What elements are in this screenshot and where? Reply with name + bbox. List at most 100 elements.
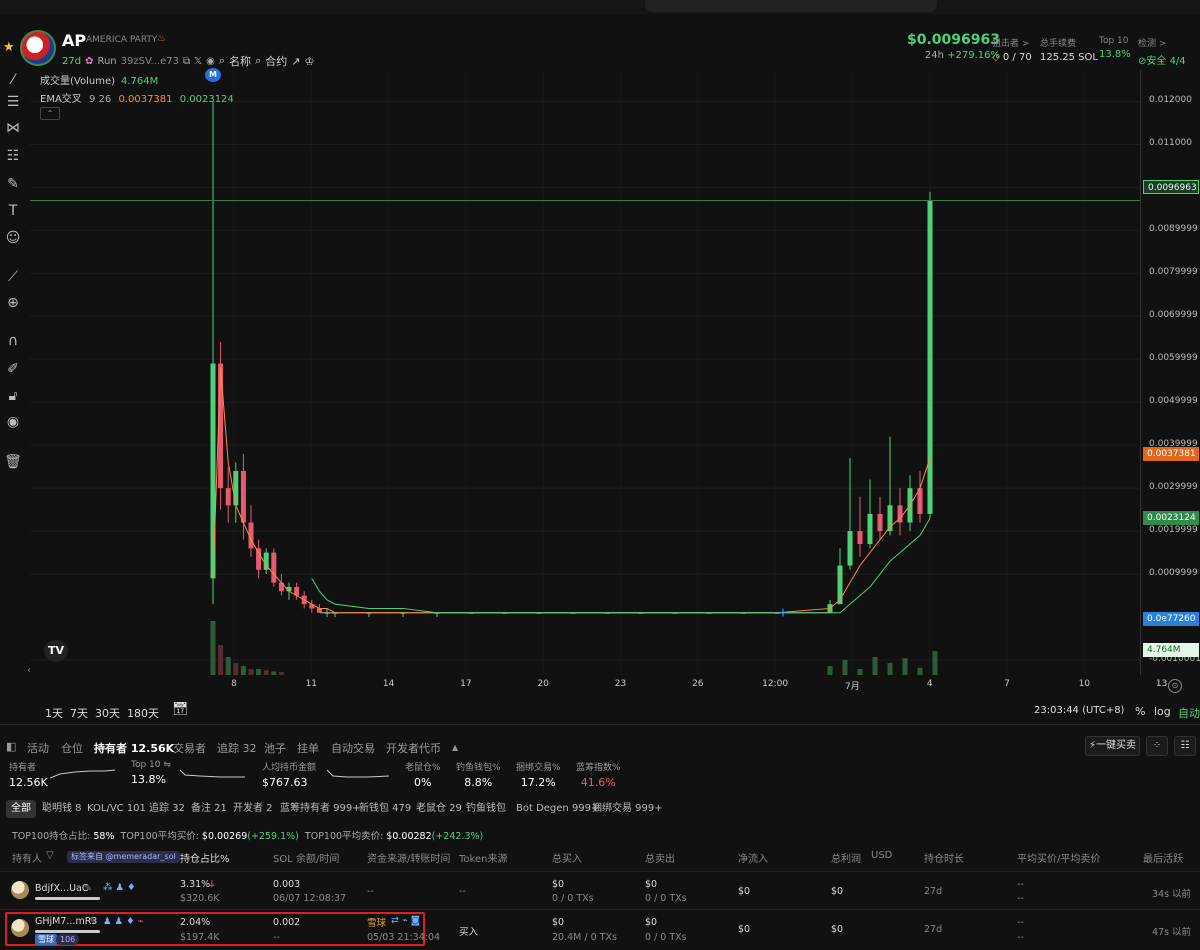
range-180d[interactable]: 180天 [127, 705, 159, 721]
panel-divider[interactable] [0, 724, 1200, 725]
snipers-stat[interactable]: 狙击者 > ◇ 0 / 70 [992, 36, 1032, 63]
col-avg-price[interactable]: 平均买价/平均卖价 [1017, 850, 1100, 865]
filter-notes[interactable]: 备注 21 [186, 800, 232, 818]
range-1d[interactable]: 1天 [45, 705, 63, 721]
eye-icon[interactable]: ◉ [3, 412, 23, 432]
bubble-map-icon[interactable]: ⁘ [1146, 736, 1168, 756]
tab-tracking[interactable]: 追踪 32 [217, 740, 257, 756]
pattern-tool-icon[interactable]: ⋈ [3, 118, 23, 138]
snowball-badge[interactable]: 雪球 [35, 934, 57, 945]
filter-kol[interactable]: KOL/VC 101 [82, 800, 151, 818]
legend-collapse-button[interactable]: ⌃ [40, 107, 60, 120]
wallet-address[interactable]: BdjfX...UaC [35, 883, 89, 894]
col-net[interactable]: 净流入 [738, 850, 768, 865]
log-scale[interactable]: log [1154, 705, 1171, 718]
panel-toggle-icon[interactable]: ◧ [6, 740, 16, 753]
col-holder-filter-icon[interactable]: ▽ [46, 850, 54, 861]
search-box[interactable] [645, 0, 937, 12]
col-last-active[interactable]: 最后活跃 [1143, 850, 1183, 865]
tag-source-badge[interactable]: 标签来自 @memeradar_sol [67, 851, 180, 863]
col-total-sell[interactable]: 总卖出 [645, 850, 675, 865]
lock-icon[interactable]: 🔓︎ [3, 386, 23, 406]
zoom-tool-icon[interactable]: ⊕ [3, 293, 23, 313]
text-tool-icon[interactable]: T [3, 201, 23, 221]
kpi-holders: 持有者 12.56K [9, 763, 48, 789]
axis-settings-icon[interactable]: ⊙ [1168, 679, 1182, 693]
col-total-buy[interactable]: 总买入 [552, 850, 582, 865]
tabs-collapse-icon[interactable]: ▲ [452, 743, 458, 752]
col-token-source[interactable]: Token来源 [459, 850, 507, 865]
crosshair-tool-icon[interactable]: ⁄ [3, 70, 23, 90]
edit-note-icon[interactable]: ✎ [89, 916, 97, 927]
tab-pools[interactable]: 池子 [264, 740, 286, 756]
external-link-icon[interactable]: ↗ [291, 55, 300, 68]
lines-tool-icon[interactable]: ☰ [3, 92, 23, 112]
brush-tool-icon[interactable]: ✎ [3, 174, 23, 194]
search-contract-link[interactable]: 合约 [265, 53, 287, 69]
crown-icon[interactable]: ♔ [304, 55, 314, 68]
check-stat[interactable]: 检测 > ⊘安全 4/4 [1138, 36, 1186, 67]
migration-marker[interactable]: M [205, 68, 221, 82]
magnet-tool-icon[interactable]: ∩ [3, 331, 23, 351]
tab-holders[interactable]: 持有者 12.56K [94, 740, 174, 756]
filter-rat[interactable]: 老鼠仓 29 [411, 800, 467, 818]
check-label: 检测 > [1138, 39, 1167, 49]
ruler-tool-icon[interactable]: ⟋ [3, 267, 23, 287]
tab-dev-tokens[interactable]: 开发者代币 [386, 740, 441, 756]
wallet-avatar [11, 881, 29, 899]
trash-icon[interactable]: 🗑︎ [3, 452, 23, 472]
filter-settings-icon[interactable]: ☷ [1174, 736, 1196, 756]
col-fund-source[interactable]: 资金来源/转账时间 [367, 850, 450, 865]
favorite-star-icon[interactable]: ★ [3, 40, 15, 55]
percent-scale[interactable]: % [1135, 705, 1145, 718]
tag-count-badge[interactable]: 106 [56, 934, 80, 945]
fund-source[interactable]: 雪球 [367, 915, 386, 929]
range-30d[interactable]: 30天 [95, 705, 120, 721]
wallet-address[interactable]: GHjM7...mR3 [35, 916, 97, 927]
filter-bluechip[interactable]: 蓝筹持有者 999+ [275, 800, 366, 818]
auto-scale[interactable]: 自动 [1178, 705, 1200, 721]
x-icon[interactable]: 𝕏 [194, 56, 202, 67]
fib-tool-icon[interactable]: ☷ [3, 146, 23, 166]
tradingview-logo-icon[interactable]: TV [44, 640, 68, 662]
emoji-tool-icon[interactable]: ☺ [3, 228, 23, 248]
edit-note-icon[interactable]: ✎ [84, 883, 92, 894]
filter-bundle[interactable]: 捆绑交易 999+ [587, 800, 668, 818]
clock[interactable]: 23:03:44 (UTC+8) [1034, 705, 1124, 716]
filter-tracking[interactable]: 追踪 32 [144, 800, 190, 818]
filter-all[interactable]: 全部 [6, 800, 36, 818]
price-axis[interactable]: 0.0120000.0110000.00999990.00899990.0079… [1140, 70, 1200, 675]
range-7d[interactable]: 7天 [70, 705, 88, 721]
tab-traders[interactable]: 交易者 [173, 740, 206, 756]
search-contract-icon[interactable]: ⌕ [255, 54, 261, 68]
col-holder[interactable]: 持有人 [12, 850, 42, 865]
price-chart[interactable]: + [30, 70, 1140, 675]
tab-auto-trade[interactable]: 自动交易 [331, 740, 375, 756]
filter-dev[interactable]: 开发者 2 [228, 800, 278, 818]
search-name-link[interactable]: 名称 [229, 53, 251, 69]
lock-drawing-icon[interactable]: ✐ [3, 359, 23, 379]
col-pct[interactable]: 持仓占比% [180, 850, 230, 865]
site-icon[interactable]: ◉ [206, 56, 215, 67]
sol-time: -- [273, 932, 280, 943]
token-address[interactable]: 39zSV...e73 [121, 56, 179, 67]
drawing-toolbar: ⁄ ☰ ⋈ ☷ ✎ T ☺ ⟋ ⊕ ∩ ✐ 🔓︎ ◉ 🗑︎ [0, 70, 28, 715]
goto-date-icon[interactable]: 📅︎ [172, 702, 189, 717]
col-profit[interactable]: 总利润 [831, 850, 861, 865]
search-name-icon[interactable]: ⌕ [219, 54, 225, 68]
time-axis[interactable]: 8 11 14 17 20 23 26 12:00 7月 4 7 10 13 [30, 675, 1167, 697]
tab-positions[interactable]: 仓位 [61, 740, 83, 756]
quick-buy-button[interactable]: ⚡一键买卖 [1085, 736, 1140, 756]
filter-new-wallet[interactable]: 新钱包 479 [354, 800, 416, 818]
y-tick-label: 0.0019999 [1149, 525, 1198, 536]
filter-smart-money[interactable]: 聪明钱 8 [37, 800, 87, 818]
col-hold-time[interactable]: 持仓时长 [924, 850, 964, 865]
col-usd[interactable]: USD [871, 850, 892, 861]
tab-activity[interactable]: 活动 [27, 740, 49, 756]
avg-buy: -- [1017, 917, 1024, 928]
copy-icon[interactable]: ⧉ [183, 56, 190, 67]
col-sol[interactable]: SOL 余额/时间 [273, 850, 339, 865]
chart-canvas[interactable]: + [30, 70, 1140, 675]
filter-fish[interactable]: 钓鱼钱包 [461, 800, 511, 818]
tab-orders[interactable]: 挂单 [297, 740, 319, 756]
